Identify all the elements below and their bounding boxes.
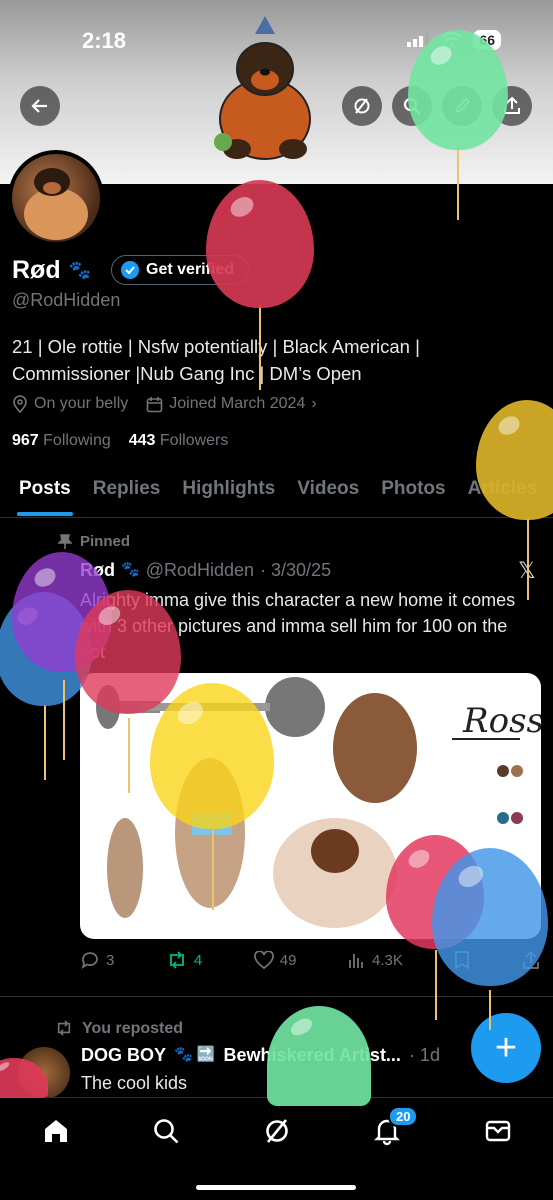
followers-label: Followers	[159, 432, 229, 449]
status-time: 2:18	[82, 28, 127, 53]
followers-link[interactable]: 443 Followers	[129, 432, 229, 450]
display-name: Rød	[12, 255, 61, 284]
post-time: · 1d	[408, 1045, 440, 1065]
views-bar-chart-icon	[349, 954, 363, 968]
post-header: DOG BOY 🐾 🔜 Bewhiskered Artist... · 1d	[81, 1045, 440, 1066]
grok-icon	[354, 98, 370, 114]
name-emoji: 🐾 🔜	[174, 1046, 216, 1063]
profile-avatar[interactable]	[8, 150, 104, 246]
banner-illustration	[214, 16, 311, 160]
compose-post-button[interactable]: +	[471, 1013, 541, 1083]
balloon-red	[206, 180, 314, 308]
mail-icon[interactable]	[483, 1116, 513, 1146]
avatar-illustration	[24, 168, 88, 240]
balloon-green	[267, 1006, 371, 1106]
verified-badge-icon	[121, 261, 140, 279]
bio-line: 21 | Ole rottie | Nsfw potentially | Bla…	[12, 336, 420, 357]
post-header: Rød 🐾 @RodHidden · 3/30/25	[80, 560, 331, 581]
post-date: · 3/30/25	[260, 560, 332, 580]
pin-icon	[58, 533, 72, 549]
profile-meta: On your belly Joined March 2024 ›	[12, 395, 317, 413]
home-indicator	[196, 1185, 356, 1190]
chevron-right-icon: ›	[311, 395, 317, 412]
repost-label-text: You reposted	[82, 1020, 184, 1037]
tab-videos[interactable]: Videos	[297, 478, 359, 517]
post-body: The cool kids	[81, 1073, 188, 1093]
pinned-text: Pinned	[80, 533, 131, 550]
grok-icon[interactable]	[262, 1116, 292, 1146]
location: On your belly	[12, 395, 128, 413]
back-button[interactable]	[20, 86, 60, 126]
location-pin-icon	[13, 395, 27, 413]
heart-icon	[253, 951, 274, 969]
post-divider	[0, 996, 553, 997]
pinned-label: Pinned	[58, 533, 130, 550]
reply-icon	[81, 952, 98, 969]
plus-icon: +	[494, 1026, 518, 1069]
repost-button[interactable]: 4	[166, 950, 202, 970]
tab-replies[interactable]: Replies	[93, 478, 161, 517]
following-count: 967	[12, 432, 39, 449]
bio-line: Commissioner |Nub Gang Inc | DM’s Open	[12, 363, 362, 384]
paw-emoji: 🐾	[121, 561, 140, 578]
tab-posts[interactable]: Posts	[17, 478, 73, 517]
post-author-name[interactable]: DOG BOY	[81, 1045, 166, 1066]
location-label: On your belly	[34, 395, 129, 412]
join-date-label: Joined March 2024	[169, 395, 306, 412]
following-label: Following	[43, 432, 111, 449]
view-count: 4.3K	[372, 951, 403, 969]
balloon-red	[75, 590, 181, 714]
balloon-gold	[476, 400, 553, 520]
home-icon[interactable]	[41, 1116, 71, 1146]
post-author-handle[interactable]: @RodHidden	[146, 560, 254, 581]
repost-count: 4	[193, 951, 203, 969]
grok-button[interactable]	[342, 86, 382, 126]
like-count: 49	[279, 951, 297, 969]
followers-count: 443	[128, 432, 156, 449]
tab-highlights[interactable]: Highlights	[182, 478, 275, 517]
arrow-left-icon	[31, 99, 47, 113]
paw-emoji: 🐾	[68, 259, 92, 280]
follow-stats: 967 Following 443 Followers	[12, 432, 228, 450]
repost-icon	[57, 1020, 71, 1036]
media-signature: Ross	[463, 701, 541, 741]
reply-count: 3	[106, 951, 115, 969]
profile-bio: 21 | Ole rottie | Nsfw potentially | Bla…	[12, 333, 532, 387]
profile-handle: @RodHidden	[12, 290, 121, 310]
join-date[interactable]: Joined March 2024 ›	[146, 395, 317, 413]
reply-button[interactable]: 3	[80, 950, 114, 970]
like-button[interactable]: 49	[253, 950, 297, 970]
notifications-badge: 20	[388, 1106, 419, 1127]
tab-photos[interactable]: Photos	[381, 478, 445, 517]
profile-tabs: Posts Replies Highlights Videos Photos A…	[0, 478, 553, 518]
calendar-icon	[146, 396, 163, 412]
following-link[interactable]: 967 Following	[12, 432, 111, 450]
repost-label: You reposted	[54, 1020, 183, 1038]
search-icon[interactable]	[151, 1116, 181, 1146]
balloon-green	[408, 30, 508, 150]
views-button[interactable]: 4.3K	[348, 950, 403, 970]
repost-icon	[169, 951, 184, 969]
